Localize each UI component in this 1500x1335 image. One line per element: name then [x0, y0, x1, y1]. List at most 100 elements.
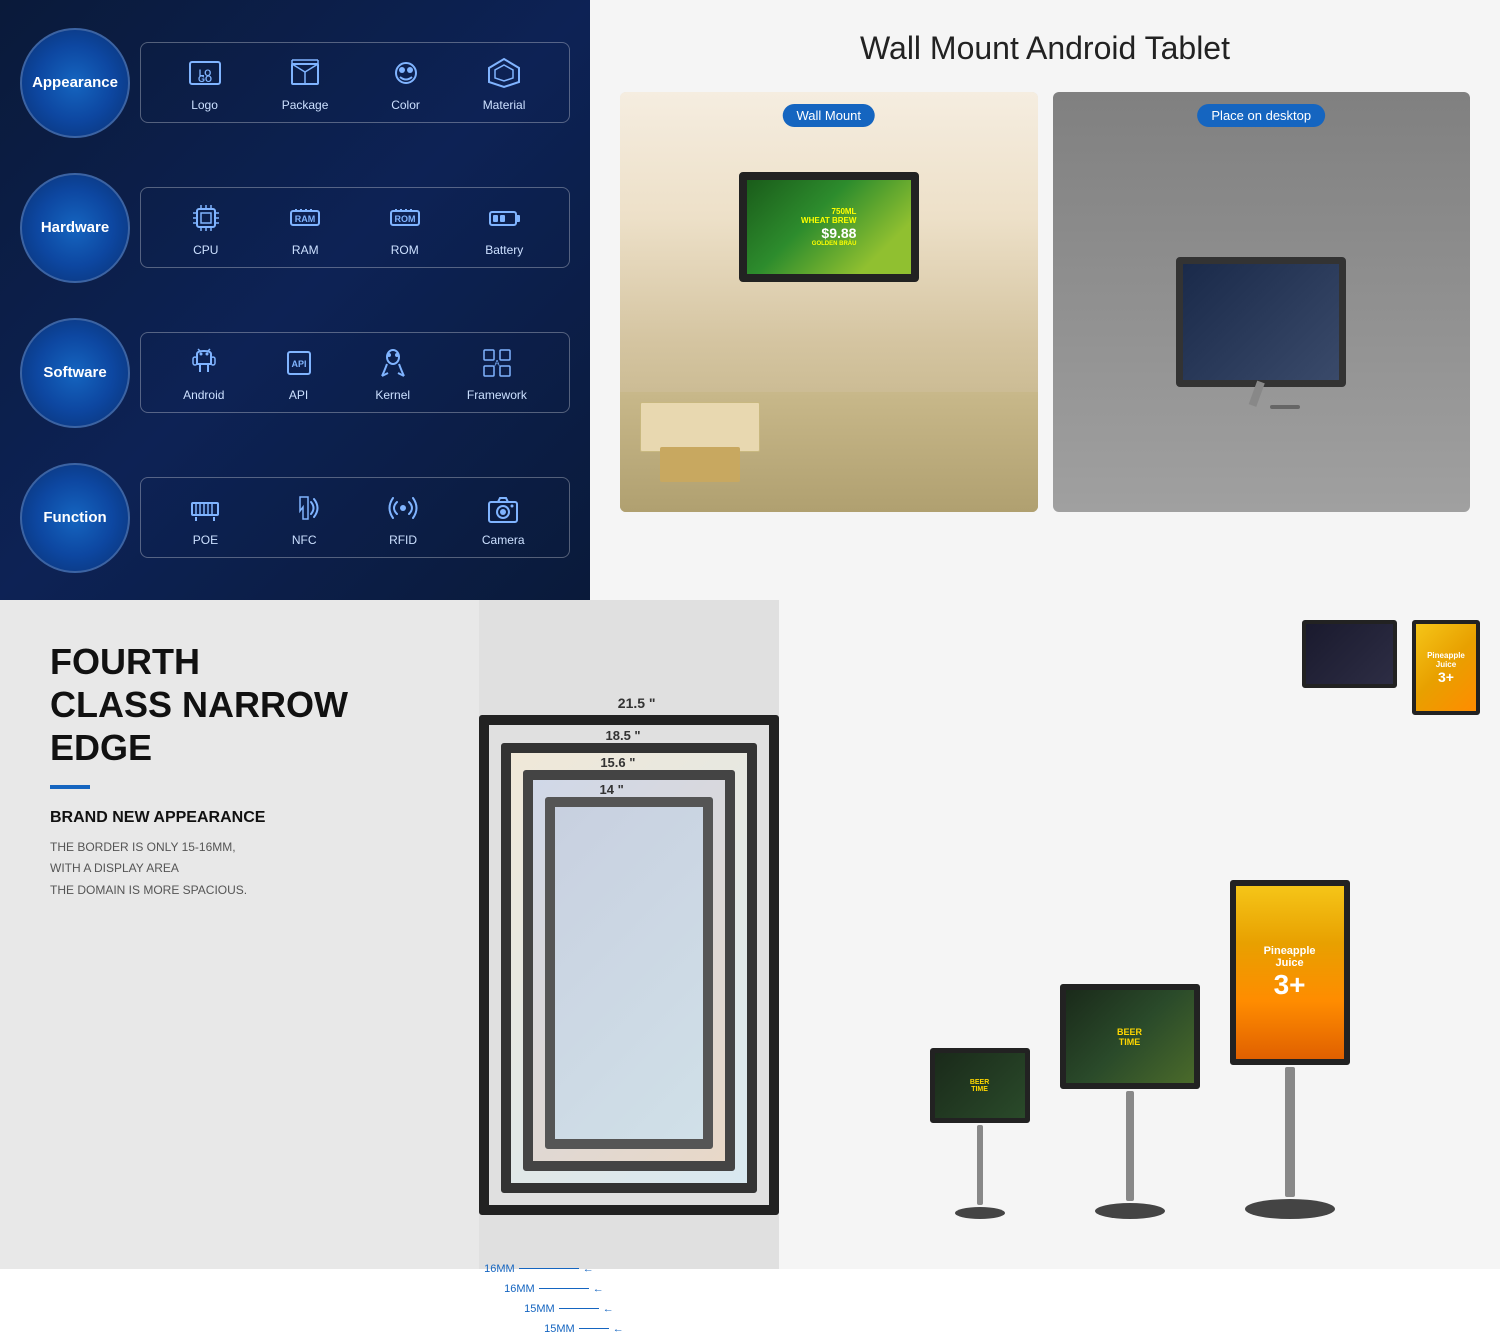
android-label: Android [183, 388, 224, 402]
page-title: Wall Mount Android Tablet [620, 30, 1470, 67]
small-tablet-yellow: PineappleJuice3+ [1412, 620, 1480, 715]
ram-icon: RAM [285, 198, 325, 238]
mm-label-4: 15MM ← [544, 1323, 624, 1335]
cpu-label: CPU [193, 243, 218, 257]
label-18: 18.5 " [606, 728, 641, 743]
rom-icon: ROM [385, 198, 425, 238]
android-icon-item: Android [183, 343, 224, 402]
material-icon-item: Material [483, 53, 526, 112]
small-stand-pole [977, 1125, 983, 1205]
color-icon-item: Color [386, 53, 426, 112]
frames-panel: 21.5 " 18.5 " 15.6 " 14 " 16MM ← 16MM [479, 600, 779, 1269]
svg-text:GO: GO [198, 74, 212, 84]
medium-stand-base [1095, 1203, 1165, 1219]
api-icon-item: API API [279, 343, 319, 402]
software-row: Software [20, 318, 570, 428]
brand-new-title: BRAND NEW APPEARANCE [50, 809, 429, 827]
rom-label: ROM [391, 243, 419, 257]
photo-row: Wall Mount 750ML WHEAT BREW $9.88 GOLDEN… [620, 92, 1470, 512]
rom-icon-item: ROM ROM [385, 198, 425, 257]
package-label: Package [282, 98, 329, 112]
hardware-icons: CPU RAM RAM [140, 187, 570, 268]
software-icons: Android API API [140, 332, 570, 413]
kernel-icon-item: Kernel [373, 343, 413, 402]
poe-icon [185, 488, 225, 528]
large-portrait-tablet: Pineapple Juice 3+ [1230, 880, 1350, 1065]
cpu-icon [186, 198, 226, 238]
ram-label: RAM [292, 243, 319, 257]
mm-label-2: 16MM ← [504, 1283, 604, 1295]
framework-icon-item: A Framework [467, 343, 527, 402]
logo-icon-item: LO GO Logo [185, 53, 225, 112]
small-stand-tablet: BEERTIME [930, 1048, 1030, 1123]
border-desc: THE BORDER IS ONLY 15-16MM, WITH A DISPL… [50, 837, 429, 902]
left-feature-panel: Appearance LO GO Logo [0, 0, 590, 600]
rfid-icon-item: RFID [383, 488, 423, 547]
function-label: Function [43, 509, 106, 526]
large-stand-pole [1285, 1067, 1295, 1197]
small-tablet-dark [1302, 620, 1397, 688]
hardware-badge: Hardware [20, 173, 130, 283]
package-icon-item: Package [282, 53, 329, 112]
desktop-label: Place on desktop [1197, 104, 1325, 127]
nfc-icon-item: NFC [284, 488, 324, 547]
hardware-label: Hardware [41, 219, 109, 236]
appearance-icons: LO GO Logo [140, 42, 570, 123]
frame-14: 14 " [545, 797, 713, 1149]
narrow-edge-title: FOURTH CLASS NARROW EDGE [50, 640, 429, 770]
rfid-icon [383, 488, 423, 528]
camera-icon-item: Camera [482, 488, 525, 547]
framework-label: Framework [467, 388, 527, 402]
material-label: Material [483, 98, 526, 112]
label-14: 14 " [600, 782, 624, 797]
stand-small: BEERTIME [930, 1048, 1030, 1219]
kernel-label: Kernel [375, 388, 410, 402]
android-icon [184, 343, 224, 383]
mm-label-3: 15MM ← [524, 1303, 614, 1315]
hardware-row: Hardware [20, 173, 570, 283]
battery-icon-item: Battery [484, 198, 524, 257]
medium-stand-tablet: BEERTIME [1060, 984, 1200, 1089]
framework-icon: A [477, 343, 517, 383]
svg-text:API: API [291, 359, 306, 369]
poe-label: POE [193, 533, 218, 547]
function-row: Function [20, 463, 570, 573]
appearance-row: Appearance LO GO Logo [20, 28, 570, 138]
svg-text:A: A [494, 359, 500, 368]
right-panel: Wall Mount Android Tablet Wall Mount 750… [590, 0, 1500, 600]
large-stand-base [1245, 1199, 1335, 1219]
frame-container: 21.5 " 18.5 " 15.6 " 14 " 16MM ← 16MM [479, 715, 779, 1215]
function-badge: Function [20, 463, 130, 573]
ram-icon-item: RAM RAM [285, 198, 325, 257]
material-icon [484, 53, 524, 93]
function-icons: POE NFC [140, 477, 570, 558]
wall-mount-photo: Wall Mount 750ML WHEAT BREW $9.88 GOLDEN… [620, 92, 1038, 512]
stand-medium: BEERTIME [1060, 984, 1200, 1219]
package-icon [285, 53, 325, 93]
nfc-label: NFC [292, 533, 317, 547]
bottom-left-panel: FOURTH CLASS NARROW EDGE BRAND NEW APPEA… [0, 600, 479, 1269]
nfc-icon [284, 488, 324, 528]
camera-label: Camera [482, 533, 525, 547]
svg-text:ROM: ROM [394, 214, 415, 224]
small-stand-base [955, 1207, 1005, 1219]
stand-large-portrait: Pineapple Juice 3+ [1230, 880, 1350, 1219]
kernel-icon [373, 343, 413, 383]
logo-icon: LO GO [185, 53, 225, 93]
cpu-icon-item: CPU [186, 198, 226, 257]
blue-divider [50, 785, 90, 789]
color-label: Color [391, 98, 420, 112]
api-icon: API [279, 343, 319, 383]
poe-icon-item: POE [185, 488, 225, 547]
small-tablets-row: PineappleJuice3+ [1302, 620, 1480, 715]
camera-icon [483, 488, 523, 528]
wall-mount-label: Wall Mount [782, 104, 875, 127]
svg-text:RAM: RAM [295, 214, 316, 224]
battery-icon [484, 198, 524, 238]
medium-stand-pole [1126, 1091, 1134, 1201]
color-icon [386, 53, 426, 93]
logo-label: Logo [191, 98, 218, 112]
software-badge: Software [20, 318, 130, 428]
software-label: Software [43, 364, 106, 381]
bottom-right-panel: PineappleJuice3+ BEERTIME BEE [779, 600, 1500, 1269]
